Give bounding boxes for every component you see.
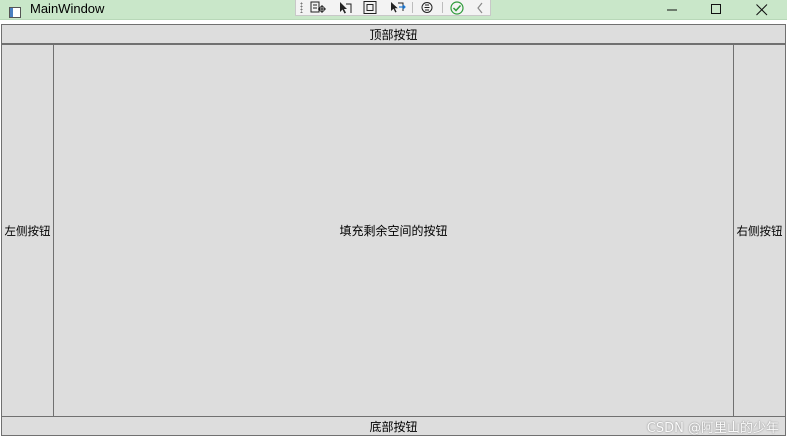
close-button[interactable] bbox=[740, 0, 784, 19]
right-button[interactable]: 右侧按钮 bbox=[733, 44, 786, 417]
top-button[interactable]: 顶部按钮 bbox=[1, 24, 786, 44]
close-icon bbox=[756, 3, 768, 15]
collapse-toolbar-icon[interactable] bbox=[470, 0, 490, 15]
hot-reload-icon[interactable] bbox=[417, 0, 437, 15]
toolbar-separator bbox=[412, 2, 413, 13]
maximize-button[interactable] bbox=[694, 0, 738, 19]
app-window-icon bbox=[9, 3, 21, 18]
toolbar-separator bbox=[442, 2, 443, 13]
track-focused-element-icon[interactable] bbox=[387, 0, 407, 15]
minimize-icon bbox=[666, 9, 677, 11]
select-element-pointer-icon[interactable] bbox=[334, 0, 354, 15]
dock-panel: 顶部按钮 左侧按钮 填充剩余空间的按钮 右侧按钮 底部按钮 bbox=[0, 24, 787, 441]
minimize-button[interactable] bbox=[650, 0, 694, 19]
window-title: MainWindow bbox=[30, 1, 105, 16]
maximize-icon bbox=[710, 4, 721, 14]
csdn-watermark: CSDN @阿里山的少年 bbox=[646, 421, 779, 436]
hot-reload-ok-icon[interactable] bbox=[447, 0, 467, 15]
left-button[interactable]: 左侧按钮 bbox=[1, 44, 54, 417]
wpf-debug-toolbar bbox=[295, 0, 491, 16]
toolbar-grip-icon[interactable] bbox=[300, 2, 303, 13]
title-bar[interactable]: MainWindow bbox=[0, 0, 787, 20]
fill-button[interactable]: 填充剩余空间的按钮 bbox=[53, 44, 734, 417]
select-element-icon[interactable] bbox=[308, 0, 328, 15]
main-window: MainWindow 顶部按钮 左侧按钮 填充剩余空间的按钮 右侧按钮 底部按钮… bbox=[0, 0, 787, 441]
display-layout-adorners-icon[interactable] bbox=[360, 0, 380, 15]
